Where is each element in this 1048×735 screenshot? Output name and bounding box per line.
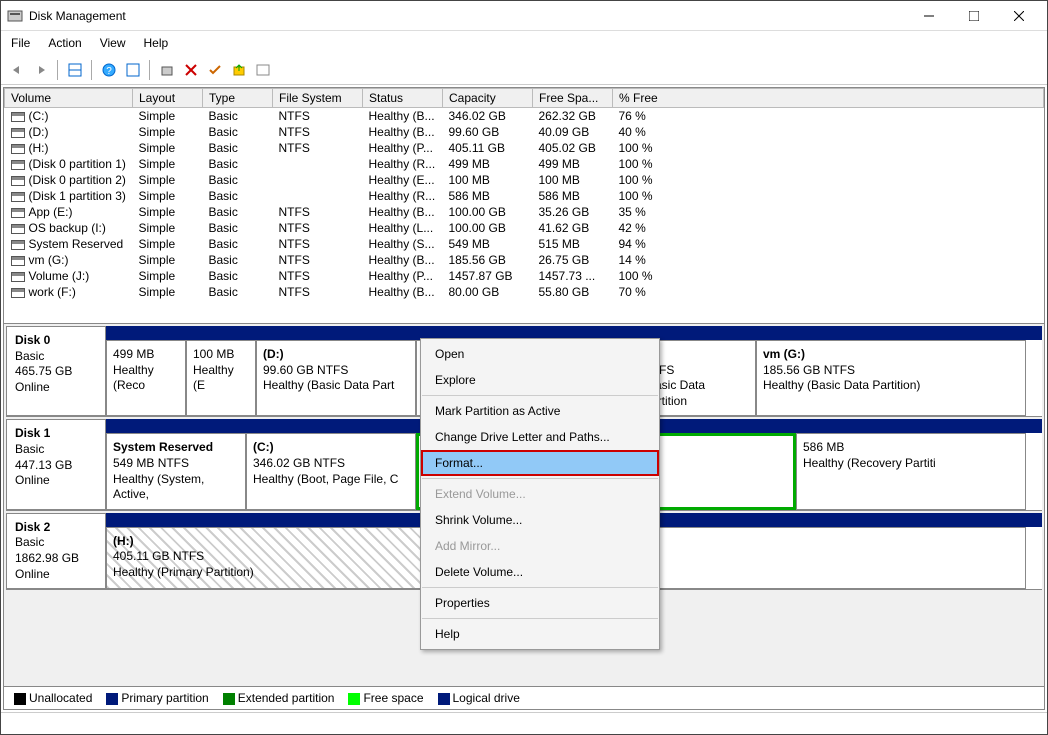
context-menu: Open Explore Mark Partition as Active Ch…: [420, 338, 660, 650]
check-icon[interactable]: [205, 60, 225, 80]
disk-info[interactable]: Disk 1Basic447.13 GBOnline: [6, 419, 106, 509]
col-free[interactable]: Free Spa...: [533, 89, 613, 108]
partition[interactable]: vm (G:)185.56 GB NTFSHealthy (Basic Data…: [756, 340, 1026, 416]
volume-icon: [11, 240, 25, 250]
volume-icon: [11, 160, 25, 170]
volume-row[interactable]: App (E:)SimpleBasicNTFSHealthy (B...100.…: [5, 204, 1044, 220]
col-type[interactable]: Type: [203, 89, 273, 108]
ctx-open[interactable]: Open: [421, 341, 659, 367]
volume-icon: [11, 272, 25, 282]
list-icon[interactable]: [253, 60, 273, 80]
swatch-unallocated: [14, 693, 26, 705]
disk-info[interactable]: Disk 2Basic1862.98 GBOnline: [6, 513, 106, 589]
menu-action[interactable]: Action: [48, 36, 81, 50]
ctx-mirror: Add Mirror...: [421, 533, 659, 559]
action-icon[interactable]: [229, 60, 249, 80]
toolbar: ?: [1, 55, 1047, 85]
partition[interactable]: (C:)346.02 GB NTFSHealthy (Boot, Page Fi…: [246, 433, 416, 509]
ctx-change-letter[interactable]: Change Drive Letter and Paths...: [421, 424, 659, 450]
disk-info[interactable]: Disk 0Basic465.75 GBOnline: [6, 326, 106, 416]
menu-file[interactable]: File: [11, 36, 30, 50]
partition[interactable]: 586 MBHealthy (Recovery Partiti: [796, 433, 1026, 509]
volume-icon: [11, 224, 25, 234]
swatch-extended: [223, 693, 235, 705]
volume-row[interactable]: (H:)SimpleBasicNTFSHealthy (P...405.11 G…: [5, 140, 1044, 156]
volume-row[interactable]: (Disk 0 partition 1)SimpleBasicHealthy (…: [5, 156, 1044, 172]
partition[interactable]: 100 MBHealthy (E: [186, 340, 256, 416]
volume-row[interactable]: (Disk 1 partition 3)SimpleBasicHealthy (…: [5, 188, 1044, 204]
refresh-icon[interactable]: [157, 60, 177, 80]
volume-icon: [11, 176, 25, 186]
volume-icon: [11, 208, 25, 218]
back-button[interactable]: [7, 60, 27, 80]
volume-icon: [11, 128, 25, 138]
swatch-free: [348, 693, 360, 705]
ctx-help[interactable]: Help: [421, 621, 659, 647]
maximize-button[interactable]: [951, 2, 996, 30]
swatch-primary: [106, 693, 118, 705]
close-button[interactable]: [996, 2, 1041, 30]
menu-help[interactable]: Help: [144, 36, 169, 50]
window-title: Disk Management: [29, 9, 906, 23]
ctx-properties[interactable]: Properties: [421, 590, 659, 616]
volume-row[interactable]: OS backup (I:)SimpleBasicNTFSHealthy (L.…: [5, 220, 1044, 236]
ctx-delete[interactable]: Delete Volume...: [421, 559, 659, 585]
disk-management-window: Disk Management File Action View Help ?: [0, 0, 1048, 735]
ctx-shrink[interactable]: Shrink Volume...: [421, 507, 659, 533]
col-fs[interactable]: File System: [273, 89, 363, 108]
grid-icon[interactable]: [65, 60, 85, 80]
menubar: File Action View Help: [1, 31, 1047, 55]
statusbar: [1, 712, 1047, 734]
volume-row[interactable]: System ReservedSimpleBasicNTFSHealthy (S…: [5, 236, 1044, 252]
minimize-button[interactable]: [906, 2, 951, 30]
menu-view[interactable]: View: [100, 36, 126, 50]
col-status[interactable]: Status: [363, 89, 443, 108]
titlebar: Disk Management: [1, 1, 1047, 31]
swatch-logical: [438, 693, 450, 705]
volume-icon: [11, 256, 25, 266]
legend: Unallocated Primary partition Extended p…: [4, 686, 1044, 709]
svg-text:?: ?: [106, 66, 112, 77]
volume-row[interactable]: Volume (J:)SimpleBasicNTFSHealthy (P...1…: [5, 268, 1044, 284]
volume-list: Volume Layout Type File System Status Ca…: [4, 88, 1044, 323]
volume-row[interactable]: work (F:)SimpleBasicNTFSHealthy (B...80.…: [5, 284, 1044, 300]
help-icon[interactable]: ?: [99, 60, 119, 80]
settings-icon[interactable]: [123, 60, 143, 80]
ctx-format[interactable]: Format...: [421, 450, 659, 476]
col-volume[interactable]: Volume: [5, 89, 133, 108]
app-icon: [7, 8, 23, 24]
col-pct[interactable]: % Free: [613, 89, 1044, 108]
delete-icon[interactable]: [181, 60, 201, 80]
volume-row[interactable]: (Disk 0 partition 2)SimpleBasicHealthy (…: [5, 172, 1044, 188]
ctx-extend: Extend Volume...: [421, 481, 659, 507]
partition[interactable]: 499 MBHealthy (Reco: [106, 340, 186, 416]
ctx-explore[interactable]: Explore: [421, 367, 659, 393]
col-layout[interactable]: Layout: [133, 89, 203, 108]
volume-row[interactable]: (D:)SimpleBasicNTFSHealthy (B...99.60 GB…: [5, 124, 1044, 140]
volume-icon: [11, 112, 25, 122]
partition[interactable]: (D:)99.60 GB NTFSHealthy (Basic Data Par…: [256, 340, 416, 416]
partition[interactable]: System Reserved549 MB NTFSHealthy (Syste…: [106, 433, 246, 509]
forward-button[interactable]: [31, 60, 51, 80]
ctx-mark-active[interactable]: Mark Partition as Active: [421, 398, 659, 424]
volume-row[interactable]: vm (G:)SimpleBasicNTFSHealthy (B...185.5…: [5, 252, 1044, 268]
volume-row[interactable]: (C:)SimpleBasicNTFSHealthy (B...346.02 G…: [5, 108, 1044, 125]
volume-icon: [11, 144, 25, 154]
volume-icon: [11, 192, 25, 202]
volume-icon: [11, 288, 25, 298]
col-capacity[interactable]: Capacity: [443, 89, 533, 108]
